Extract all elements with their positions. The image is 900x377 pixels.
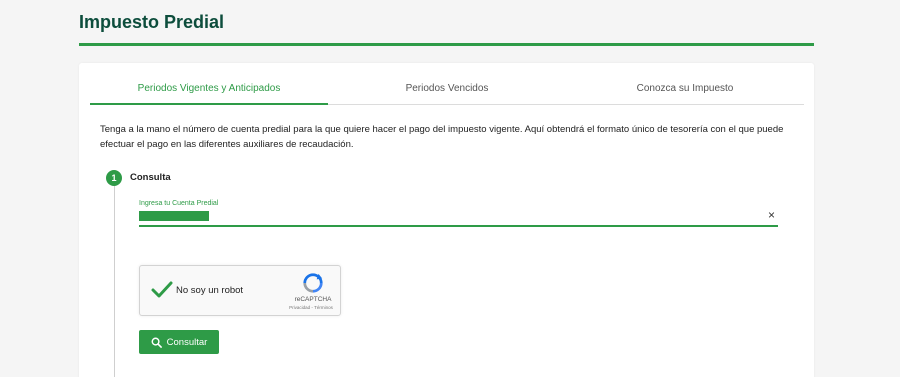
page-title: Impuesto Predial (79, 12, 225, 32)
clear-icon[interactable]: × (768, 208, 775, 222)
main-card: Periodos Vigentes y Anticipados Periodos… (79, 63, 814, 377)
tab-periodos-vigentes[interactable]: Periodos Vigentes y Anticipados (90, 75, 328, 105)
account-input[interactable] (139, 210, 739, 222)
tab-periodos-vencidos[interactable]: Periodos Vencidos (328, 75, 566, 104)
account-field: Ingresa tu Cuenta Predial × (139, 199, 778, 227)
step-connector (114, 185, 115, 377)
title-divider (79, 43, 814, 46)
account-field-label: Ingresa tu Cuenta Predial (139, 200, 219, 207)
check-icon[interactable] (150, 278, 174, 302)
consultar-label: Consultar (166, 336, 208, 348)
recaptcha-logo-icon (303, 273, 323, 293)
search-icon (151, 337, 162, 348)
consultar-button[interactable]: Consultar (139, 330, 219, 354)
step-number: 1 (106, 170, 122, 186)
captcha-terms[interactable]: Privacidad - Términos (280, 305, 342, 310)
recaptcha-widget: No soy un robot reCAPTCHA Privacidad - T… (139, 265, 341, 316)
captcha-label: No soy un robot (176, 285, 244, 296)
step-title: Consulta (130, 172, 171, 183)
captcha-brand: reCAPTCHA (294, 296, 332, 303)
tab-bar: Periodos Vigentes y Anticipados Periodos… (90, 75, 804, 105)
intro-text: Tenga a la mano el número de cuenta pred… (100, 124, 784, 150)
tab-conozca-impuesto[interactable]: Conozca su Impuesto (566, 75, 804, 104)
